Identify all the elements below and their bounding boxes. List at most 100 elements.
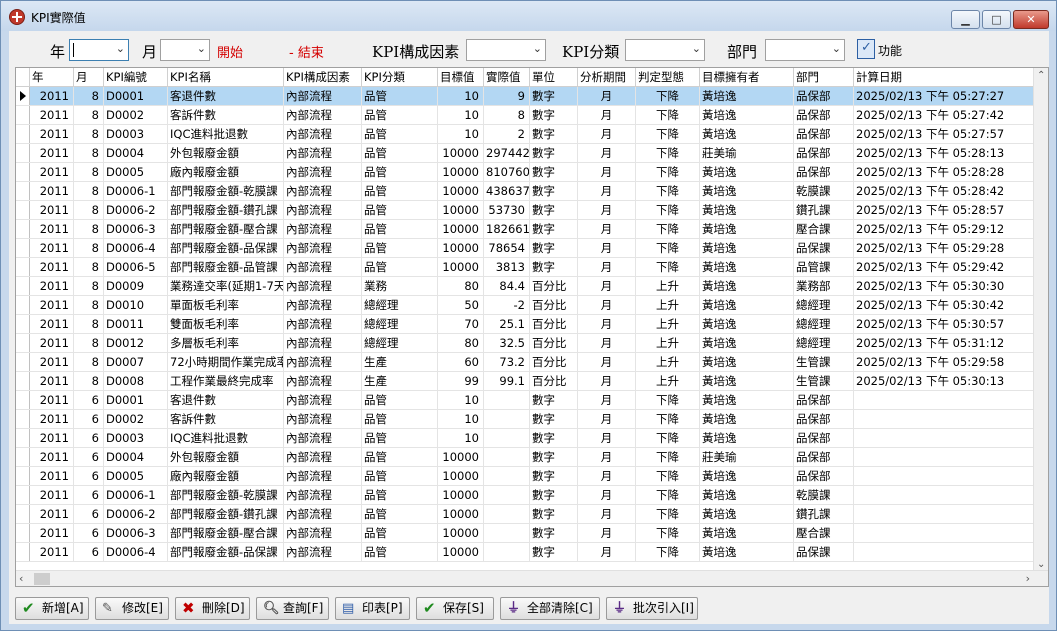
table-cell[interactable]: 業務 (362, 277, 438, 295)
table-cell[interactable]: 10 (438, 125, 484, 143)
check-button[interactable]: ✔ 新增[A] (15, 597, 89, 620)
print-button[interactable]: ▤ 印表[P] (335, 597, 410, 620)
table-cell[interactable]: 2025/02/13 下午 05:27:57 (854, 125, 1035, 143)
table-cell[interactable]: 黃培逸 (700, 353, 794, 371)
table-cell[interactable]: 百分比 (530, 353, 578, 371)
table-cell[interactable]: 品管 (362, 163, 438, 181)
table-cell[interactable]: 品管 (362, 410, 438, 428)
table-cell[interactable]: 品保部 (794, 106, 854, 124)
delete-button[interactable]: ✖ 刪除[D] (175, 597, 250, 620)
table-cell[interactable]: 8 (74, 125, 104, 143)
table-cell[interactable]: 數字 (530, 448, 578, 466)
table-cell[interactable]: D0002 (104, 410, 168, 428)
row-header[interactable] (16, 296, 30, 314)
table-cell[interactable]: D0001 (104, 87, 168, 105)
table-cell[interactable]: D0007 (104, 353, 168, 371)
row-header[interactable] (16, 125, 30, 143)
table-cell[interactable]: 數字 (530, 220, 578, 238)
table-cell[interactable]: D0006-1 (104, 486, 168, 504)
row-header[interactable] (16, 315, 30, 333)
table-cell[interactable]: 438637 (484, 182, 530, 200)
table-cell[interactable]: 品管 (362, 220, 438, 238)
table-cell[interactable]: 內部流程 (284, 334, 362, 352)
table-cell[interactable]: 內部流程 (284, 448, 362, 466)
table-cell[interactable]: 部門報廢金額-壓合課 (168, 220, 284, 238)
table-cell[interactable]: 月 (578, 334, 636, 352)
table-cell[interactable]: 品保部 (794, 467, 854, 485)
row-header[interactable] (16, 334, 30, 352)
table-cell[interactable]: 數字 (530, 505, 578, 523)
table-cell[interactable]: 2011 (30, 524, 74, 542)
table-cell[interactable] (484, 429, 530, 447)
table-cell[interactable]: 內部流程 (284, 296, 362, 314)
table-cell[interactable] (854, 429, 1035, 447)
row-header[interactable] (16, 87, 30, 105)
table-cell[interactable]: 2011 (30, 239, 74, 257)
table-cell[interactable]: 內部流程 (284, 144, 362, 162)
table-cell[interactable]: 2025/02/13 下午 05:31:12 (854, 334, 1035, 352)
table-cell[interactable]: 百分比 (530, 277, 578, 295)
table-row[interactable]: 2011 8 D0001 客退件數 內部流程 品管 10 9 數字月下降 黃培逸 品保部 2025/0… (16, 87, 1035, 106)
table-cell[interactable]: 黃培逸 (700, 163, 794, 181)
table-cell[interactable]: 10000 (438, 201, 484, 219)
table-cell[interactable]: 810760 (484, 163, 530, 181)
import-button[interactable]: ⏚ 批次引入[I] (606, 597, 698, 620)
table-row[interactable]: 2011 8 D0002 客訴件數 內部流程 品管 10 8 數字月下降 黃培逸 品保部 2025/0… (16, 106, 1035, 125)
table-cell[interactable]: 數字 (530, 201, 578, 219)
table-cell[interactable]: 業務部 (794, 277, 854, 295)
table-cell[interactable]: 生產 (362, 372, 438, 390)
table-cell[interactable]: 2025/02/13 下午 05:30:13 (854, 372, 1035, 390)
table-cell[interactable]: 品管 (362, 467, 438, 485)
table-cell[interactable]: 總經理 (794, 334, 854, 352)
table-cell[interactable]: IQC進料批退數 (168, 429, 284, 447)
table-cell[interactable]: 月 (578, 391, 636, 409)
table-cell[interactable]: 黃培逸 (700, 106, 794, 124)
table-cell[interactable]: 下降 (636, 182, 700, 200)
table-cell[interactable]: 8 (74, 87, 104, 105)
table-cell[interactable]: 乾膜課 (794, 182, 854, 200)
table-cell[interactable]: 84.4 (484, 277, 530, 295)
table-cell[interactable]: 品管 (362, 182, 438, 200)
table-cell[interactable]: 下降 (636, 543, 700, 561)
table-cell[interactable]: 月 (578, 239, 636, 257)
table-cell[interactable]: 下降 (636, 163, 700, 181)
table-cell[interactable]: 品保部 (794, 448, 854, 466)
table-cell[interactable]: 月 (578, 87, 636, 105)
table-cell[interactable]: 2011 (30, 220, 74, 238)
table-cell[interactable]: D0004 (104, 448, 168, 466)
table-cell[interactable]: 品保課 (794, 543, 854, 561)
table-cell[interactable]: 10 (438, 87, 484, 105)
table-cell[interactable]: 10000 (438, 258, 484, 276)
table-cell[interactable]: 數字 (530, 258, 578, 276)
column-header[interactable]: KPI名稱 (168, 68, 284, 87)
table-cell[interactable]: D0003 (104, 429, 168, 447)
table-cell[interactable]: 2011 (30, 486, 74, 504)
table-cell[interactable]: 內部流程 (284, 505, 362, 523)
table-cell[interactable]: 品管 (362, 429, 438, 447)
table-cell[interactable]: -2 (484, 296, 530, 314)
table-cell[interactable]: 黃培逸 (700, 524, 794, 542)
table-cell[interactable] (854, 467, 1035, 485)
table-cell[interactable]: 2011 (30, 372, 74, 390)
table-cell[interactable]: 2025/02/13 下午 05:29:58 (854, 353, 1035, 371)
row-header[interactable] (16, 163, 30, 181)
column-header[interactable]: 計算日期 (854, 68, 1035, 87)
table-cell[interactable]: 2011 (30, 334, 74, 352)
table-cell[interactable]: 數字 (530, 410, 578, 428)
row-header[interactable] (16, 258, 30, 276)
table-cell[interactable]: 月 (578, 448, 636, 466)
table-cell[interactable]: 8 (74, 201, 104, 219)
table-cell[interactable]: D0005 (104, 467, 168, 485)
table-cell[interactable]: 2011 (30, 201, 74, 219)
table-cell[interactable]: 99.1 (484, 372, 530, 390)
row-header[interactable] (16, 391, 30, 409)
table-cell[interactable]: 百分比 (530, 334, 578, 352)
table-cell[interactable]: 8 (74, 239, 104, 257)
table-cell[interactable]: 數字 (530, 429, 578, 447)
table-cell[interactable]: 2025/02/13 下午 05:30:57 (854, 315, 1035, 333)
table-cell[interactable] (854, 391, 1035, 409)
table-cell[interactable]: 8 (74, 372, 104, 390)
title-bar[interactable]: KPI實際值 ▁ □ ✕ (1, 1, 1056, 31)
table-row[interactable]: 2011 8 D0006-5 部門報廢金額-品管課 內部流程 品管 10000 3813 數字月… (16, 258, 1035, 277)
table-cell[interactable]: 下降 (636, 220, 700, 238)
